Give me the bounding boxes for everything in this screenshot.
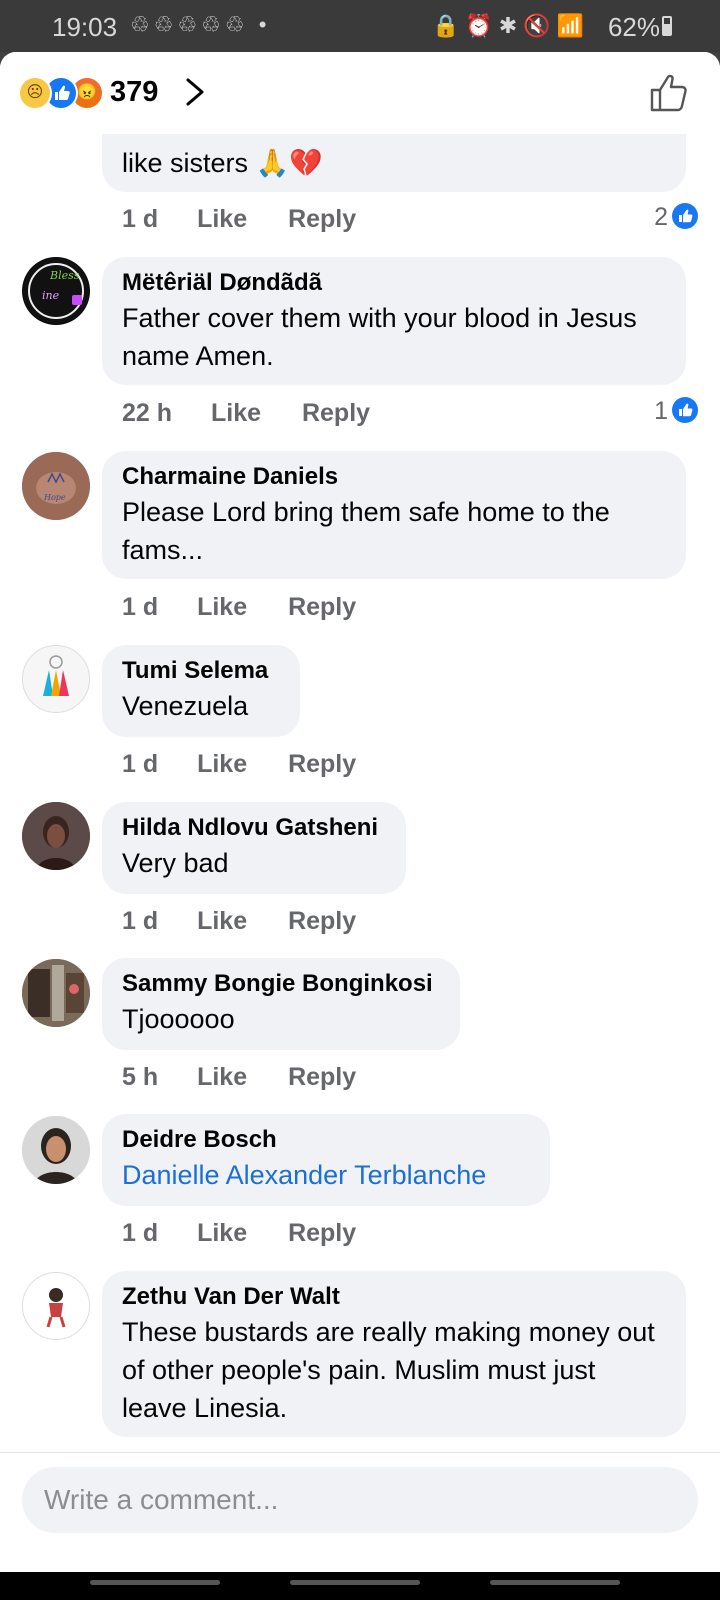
- comment-text: like sisters 🙏💔: [122, 148, 323, 178]
- like-link[interactable]: Like: [211, 399, 261, 428]
- avatar[interactable]: Hope: [22, 452, 90, 520]
- avatar[interactable]: [22, 1116, 90, 1184]
- avatar[interactable]: [22, 1272, 90, 1340]
- svg-text:Hope: Hope: [43, 493, 66, 502]
- avatar[interactable]: [22, 802, 90, 870]
- comment-author[interactable]: Tumi Selema: [122, 655, 280, 687]
- like-count-value: 2: [654, 203, 668, 231]
- comment-text: Please Lord bring them safe home to the …: [122, 497, 610, 565]
- reply-link[interactable]: Reply: [288, 1063, 356, 1092]
- like-link[interactable]: Like: [197, 750, 247, 779]
- comment-meta: 1 d Like Reply: [122, 205, 356, 234]
- comment-time: 1 d: [122, 593, 159, 621]
- system-nav-bar: [0, 1572, 720, 1600]
- reactions-header: ☹ 😠 379: [0, 52, 720, 134]
- comment-bubble: Charmaine Daniels Please Lord bring them…: [102, 451, 686, 579]
- comment-time: 1 d: [122, 750, 159, 778]
- like-count-value: 1: [654, 397, 668, 425]
- comment-meta: 1 d Like Reply: [122, 907, 356, 936]
- comment-bubble: Hilda Ndlovu Gatsheni Very bad: [102, 802, 406, 894]
- mention-link[interactable]: Danielle Alexander Terblanche: [122, 1156, 530, 1194]
- comment-author[interactable]: Hilda Ndlovu Gatsheni: [122, 812, 386, 844]
- comment-meta: 1 d Like Reply: [122, 593, 356, 622]
- avatar[interactable]: [22, 959, 90, 1027]
- comment-author[interactable]: Zethu Van Der Walt: [122, 1281, 666, 1313]
- comment-text: These bustards are really making money o…: [122, 1317, 655, 1423]
- comment-meta: 22 h Like Reply: [122, 399, 370, 428]
- comment-bubble: Deidre Bosch Danielle Alexander Terblanc…: [102, 1114, 550, 1206]
- chevron-right-icon[interactable]: [178, 72, 214, 112]
- comment-time: 1 d: [122, 205, 159, 233]
- svg-text:ine: ine: [42, 289, 60, 302]
- reply-link[interactable]: Reply: [302, 399, 370, 428]
- comment-time: 1 d: [122, 907, 159, 935]
- like-link[interactable]: Like: [197, 205, 247, 234]
- like-link[interactable]: Like: [197, 907, 247, 936]
- reply-link[interactable]: Reply: [288, 907, 356, 936]
- comment-meta: 5 h Like Reply: [122, 1063, 356, 1092]
- comments-sheet: ☹ 😠 379 like sisters 🙏💔 1 d Like Reply 2: [0, 52, 720, 1572]
- system-status-icons: 🔒⏰✱🔇📶: [431, 13, 590, 38]
- reply-link[interactable]: Reply: [288, 593, 356, 622]
- comment-text: Father cover them with your blood in Jes…: [122, 303, 637, 371]
- nav-recents-handle[interactable]: [90, 1580, 220, 1585]
- comment-bubble: Zethu Van Der Walt These bustards are re…: [102, 1271, 686, 1437]
- nav-home-handle[interactable]: [290, 1580, 420, 1585]
- status-bar: 19:03 ♲♲♲♲♲ • 🔒⏰✱🔇📶 62%: [0, 0, 720, 52]
- comment-meta: 1 d Like Reply: [122, 750, 356, 779]
- comment-input[interactable]: Write a comment...: [22, 1467, 698, 1533]
- like-link[interactable]: Like: [197, 1063, 247, 1092]
- avatar[interactable]: [22, 645, 90, 713]
- svg-text:Bless: Bless: [49, 269, 80, 282]
- comment-text: Venezuela: [122, 691, 249, 721]
- reaction-count[interactable]: 379: [110, 76, 158, 109]
- notification-icons: ♲♲♲♲♲ •: [130, 12, 271, 37]
- comment-author[interactable]: Deidre Bosch: [122, 1124, 530, 1156]
- comment-bubble: Tumi Selema Venezuela: [102, 645, 300, 737]
- like-badge-icon: [672, 203, 698, 229]
- comment-like-count[interactable]: 1: [654, 397, 698, 426]
- reply-link[interactable]: Reply: [288, 1219, 356, 1248]
- comment-bubble: Mëtêriäl Døndãdã Father cover them with …: [102, 257, 686, 385]
- comment-text: Very bad: [122, 848, 229, 878]
- thumbs-up-outline-icon[interactable]: [648, 72, 690, 114]
- like-link[interactable]: Like: [197, 593, 247, 622]
- comment-composer: Write a comment...: [0, 1452, 720, 1572]
- like-link[interactable]: Like: [197, 1219, 247, 1248]
- comment-text: Tjoooooo: [122, 1004, 235, 1034]
- sad-reaction-icon: ☹: [18, 76, 52, 110]
- like-badge-icon: [672, 397, 698, 423]
- battery-level: 62%: [607, 12, 660, 42]
- comment-meta: 1 d Like Reply: [122, 1219, 356, 1248]
- comment-author[interactable]: Mëtêriäl Døndãdã: [122, 267, 666, 299]
- comment-time: 5 h: [122, 1063, 159, 1091]
- reply-link[interactable]: Reply: [288, 750, 356, 779]
- comment-bubble: Sammy Bongie Bonginkosi Tjoooooo: [102, 958, 460, 1050]
- status-time: 19:03: [52, 12, 118, 42]
- battery-icon: [662, 16, 672, 36]
- comment-time: 1 d: [122, 1219, 159, 1247]
- comment-time: 22 h: [122, 399, 173, 427]
- avatar[interactable]: Bless ine: [22, 257, 90, 325]
- nav-back-handle[interactable]: [490, 1580, 620, 1585]
- reply-link[interactable]: Reply: [288, 205, 356, 234]
- comment-like-count[interactable]: 2: [654, 203, 698, 232]
- comment-author[interactable]: Sammy Bongie Bonginkosi: [122, 968, 440, 1000]
- comment-author[interactable]: Charmaine Daniels: [122, 461, 666, 493]
